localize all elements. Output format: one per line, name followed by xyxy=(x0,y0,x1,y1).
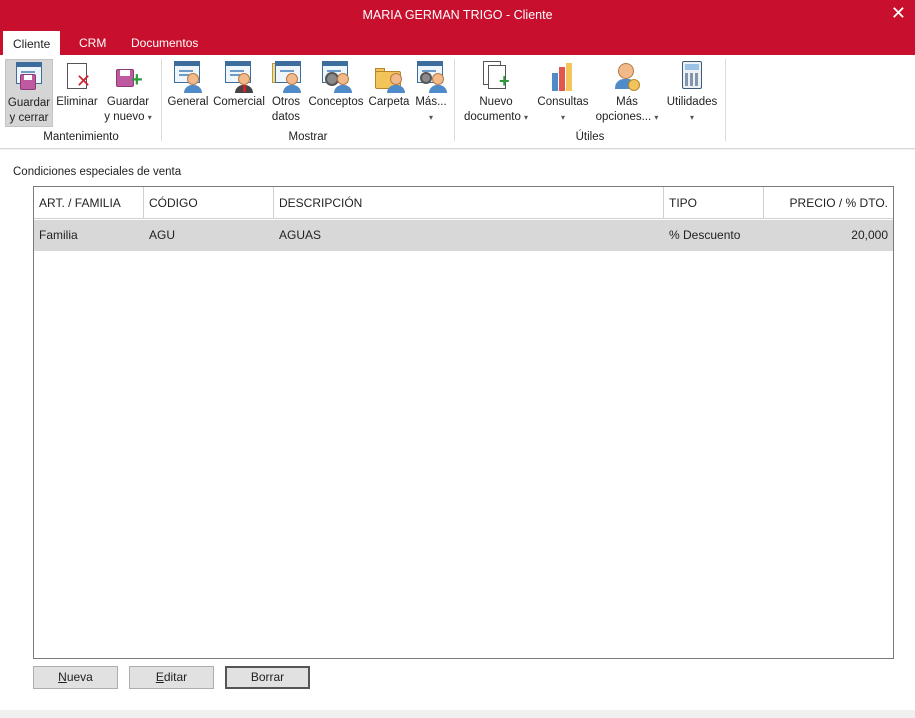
utilities-label: Utilidades xyxy=(666,96,718,108)
chart-icon xyxy=(546,59,580,93)
general-button[interactable]: General xyxy=(166,59,210,110)
save-new-icon: + xyxy=(111,59,145,93)
edit-button[interactable]: Editar xyxy=(129,666,214,689)
more-icon xyxy=(414,59,448,93)
folder-button[interactable]: Carpeta xyxy=(367,59,411,110)
cell-art-familia: Familia xyxy=(39,228,78,242)
more-options-button[interactable]: Más opciones... ▾ xyxy=(592,59,662,125)
column-header-descripcion[interactable]: DESCRIPCIÓN xyxy=(274,187,664,219)
cell-codigo: AGU xyxy=(149,228,176,242)
ribbon-tab-strip: Cliente CRM Documentos xyxy=(0,31,915,55)
commercial-label: Comercial xyxy=(213,96,265,108)
column-header-codigo[interactable]: CÓDIGO xyxy=(144,187,274,219)
queries-button[interactable]: Consultas ▾ xyxy=(535,59,591,125)
cell-descripcion: AGUAS xyxy=(279,228,322,242)
delete-label: Eliminar xyxy=(56,96,98,108)
tab-cliente[interactable]: Cliente xyxy=(3,31,61,55)
ribbon: Guardar y cerrar ✕ Eliminar + Guardar y … xyxy=(0,55,915,149)
tab-crm[interactable]: CRM xyxy=(69,31,116,55)
save-new-label-2: y nuevo ▾ xyxy=(104,111,152,123)
window-bottom-edge xyxy=(0,710,915,718)
new-button[interactable]: Nueva xyxy=(33,666,118,689)
chevron-down-icon: ▾ xyxy=(147,113,152,122)
table-row[interactable]: Familia AGU AGUAS % Descuento 20,000 xyxy=(34,220,893,251)
folder-icon xyxy=(372,59,406,93)
title-bar: MARIA GERMAN TRIGO - Cliente ✕ xyxy=(0,0,915,31)
delete-button[interactable]: ✕ Eliminar xyxy=(54,59,100,110)
window-title: MARIA GERMAN TRIGO - Cliente xyxy=(362,8,553,22)
column-header-tipo[interactable]: TIPO xyxy=(664,187,764,219)
save-new-label-1: Guardar xyxy=(106,96,150,108)
concepts-label: Conceptos xyxy=(308,96,364,108)
chevron-down-icon: ▾ xyxy=(524,113,529,122)
calculator-icon xyxy=(675,59,709,93)
column-header-art-familia[interactable]: ART. / FAMILIA xyxy=(34,187,144,219)
new-document-label-2: documento ▾ xyxy=(463,111,529,123)
conditions-table[interactable]: ART. / FAMILIA CÓDIGO DESCRIPCIÓN TIPO P… xyxy=(33,186,894,659)
folder-label: Carpeta xyxy=(368,96,410,108)
section-title: Condiciones especiales de venta xyxy=(13,166,182,178)
save-close-button[interactable]: Guardar y cerrar xyxy=(5,59,53,127)
cell-precio-dto: 20,000 xyxy=(851,228,888,242)
chevron-down-icon: ▾ xyxy=(654,113,659,122)
other-data-icon xyxy=(269,59,303,93)
group-label-mantenimiento: Mantenimiento xyxy=(43,131,119,143)
general-icon xyxy=(171,59,205,93)
group-divider xyxy=(725,59,726,141)
cell-tipo: % Descuento xyxy=(669,228,741,242)
save-close-icon xyxy=(12,60,46,94)
table-header: ART. / FAMILIA CÓDIGO DESCRIPCIÓN TIPO P… xyxy=(34,187,893,219)
concepts-icon xyxy=(319,59,353,93)
group-divider xyxy=(454,59,455,141)
group-divider xyxy=(161,59,162,141)
commercial-button[interactable]: Comercial xyxy=(212,59,266,110)
utilities-button[interactable]: Utilidades ▾ xyxy=(664,59,720,125)
concepts-button[interactable]: Conceptos xyxy=(307,59,365,110)
more-label: Más... xyxy=(415,96,447,108)
chevron-down-icon: ▾ xyxy=(560,113,565,122)
more-options-label-1: Más xyxy=(616,96,638,108)
chevron-down-icon: ▾ xyxy=(428,113,433,122)
queries-label: Consultas xyxy=(537,96,589,108)
new-document-icon: + xyxy=(479,59,513,93)
more-button[interactable]: Más... ▾ xyxy=(413,59,449,125)
close-icon[interactable]: ✕ xyxy=(891,4,906,22)
delete-row-button[interactable]: Borrar xyxy=(225,666,310,689)
column-header-precio-dto[interactable]: PRECIO / % DTO. xyxy=(764,187,893,219)
new-document-label-1: Nuevo xyxy=(479,96,513,108)
other-data-label-1: Otros xyxy=(271,96,301,108)
save-close-label-1: Guardar xyxy=(7,97,51,109)
content-panel: Condiciones especiales de venta ART. / F… xyxy=(0,150,915,710)
general-label: General xyxy=(167,96,209,108)
group-label-utiles: Útiles xyxy=(575,131,605,143)
save-close-label-2: y cerrar xyxy=(9,112,49,124)
more-options-icon xyxy=(610,59,644,93)
commercial-icon xyxy=(222,59,256,93)
more-options-label-2: opciones... ▾ xyxy=(595,111,659,123)
delete-icon: ✕ xyxy=(60,59,94,93)
tab-documentos[interactable]: Documentos xyxy=(121,31,208,55)
other-data-label-2: datos xyxy=(271,111,301,123)
new-document-button[interactable]: + Nuevo documento ▾ xyxy=(460,59,532,125)
chevron-down-icon: ▾ xyxy=(689,113,694,122)
save-new-button[interactable]: + Guardar y nuevo ▾ xyxy=(104,59,152,125)
other-data-button[interactable]: Otros datos xyxy=(268,59,304,125)
group-label-mostrar: Mostrar xyxy=(288,131,328,143)
